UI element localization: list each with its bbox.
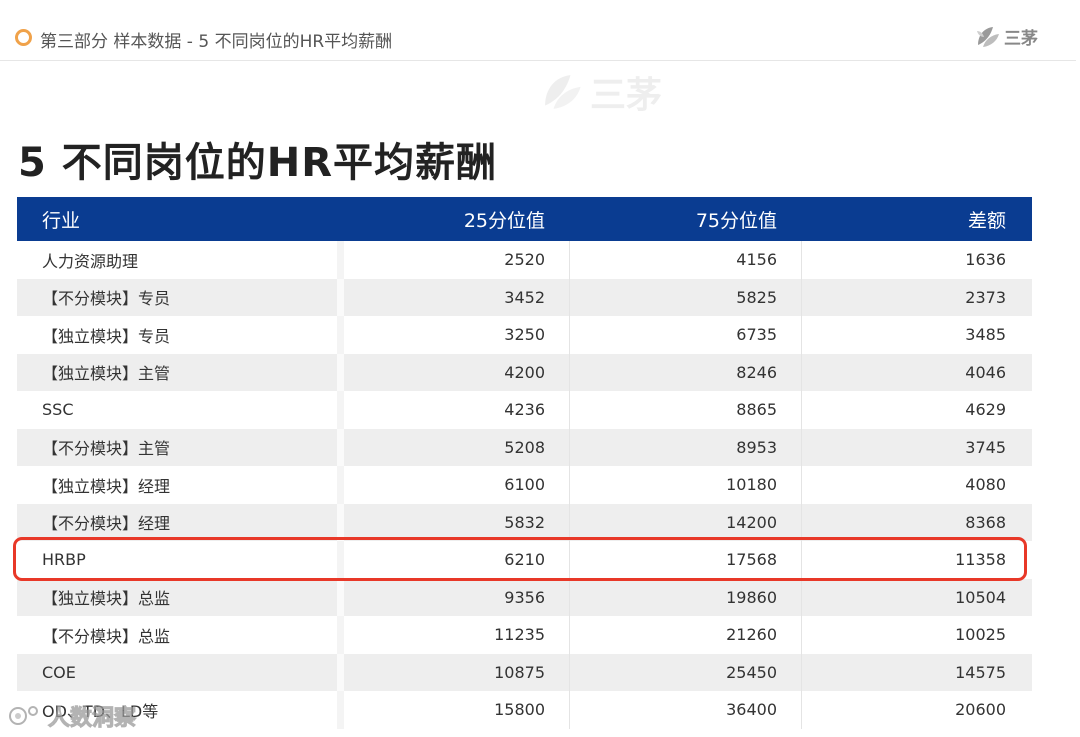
- cell-p25: 4200: [337, 353, 569, 391]
- cell-position: 【不分模块】专员: [42, 289, 171, 309]
- cell-p25: 6100: [337, 466, 569, 504]
- corner-watermark: 人数洞察: [8, 700, 137, 732]
- ring-bullet-icon: [15, 29, 32, 46]
- table-header-row: 行业 25分位值 75分位值 差额: [17, 197, 1032, 241]
- table-row: OD、TD、LD等 15800 36400 20600: [17, 691, 1032, 729]
- camera-watermark-icon: [9, 706, 38, 725]
- cell-p75: 25450: [569, 653, 801, 691]
- cell-difference: 4629: [801, 391, 1032, 429]
- table-row: 【独立模块】主管 4200 8246 4046: [17, 353, 1032, 391]
- cell-position: 人力资源助理: [42, 251, 139, 271]
- cell-difference: 8368: [801, 503, 1032, 541]
- cell-difference: 2373: [801, 278, 1032, 316]
- column-header-difference: 差额: [967, 209, 1006, 232]
- cell-p75: 5825: [569, 278, 801, 316]
- cell-difference: 3745: [801, 428, 1032, 466]
- cell-position: 【独立模块】主管: [42, 364, 171, 384]
- cell-position: SSC: [42, 400, 74, 420]
- column-header-p75: 75分位值: [695, 209, 777, 232]
- table-row: COE 10875 25450 14575: [17, 653, 1032, 691]
- table-row-highlighted: HRBP 6210 17568 11358: [17, 541, 1032, 579]
- cell-difference: 4080: [801, 466, 1032, 504]
- leaf-watermark-icon: [545, 75, 581, 109]
- cell-p25: 3452: [337, 278, 569, 316]
- cell-p25: 4236: [337, 391, 569, 429]
- table-row: 【不分模块】专员 3452 5825 2373: [17, 278, 1032, 316]
- cell-difference: 1636: [801, 241, 1032, 279]
- table-row: SSC 4236 8865 4629: [17, 391, 1032, 429]
- cell-position: 【独立模块】总监: [42, 589, 171, 609]
- cell-position: HRBP: [42, 550, 86, 570]
- cell-p75: 14200: [569, 503, 801, 541]
- cell-position: 【独立模块】专员: [42, 326, 171, 346]
- cell-difference: 10025: [801, 616, 1032, 654]
- cell-p25: 15800: [337, 691, 569, 729]
- cell-p25: 5208: [337, 428, 569, 466]
- cell-position: 【不分模块】经理: [42, 514, 171, 534]
- breadcrumb: 第三部分 样本数据 - 5 不同岗位的HR平均薪酬: [40, 32, 393, 52]
- table-row: 人力资源助理 2520 4156 1636: [17, 241, 1032, 279]
- cell-p25: 5832: [337, 503, 569, 541]
- background-watermark: 三茅: [540, 66, 662, 118]
- cell-difference: 11358: [801, 541, 1032, 579]
- cell-difference: 4046: [801, 353, 1032, 391]
- cell-difference: 10504: [801, 578, 1032, 616]
- cell-p25: 10875: [337, 653, 569, 691]
- cell-p75: 17568: [569, 541, 801, 579]
- cell-difference: 20600: [801, 691, 1032, 729]
- page-title: 5 不同岗位的HR平均薪酬: [18, 140, 498, 186]
- cell-p25: 3250: [337, 316, 569, 354]
- cell-p75: 8865: [569, 391, 801, 429]
- table-row: 【不分模块】主管 5208 8953 3745: [17, 428, 1032, 466]
- salary-table: 行业 25分位值 75分位值 差额 人力资源助理 2520 4156 1636 …: [17, 197, 1032, 729]
- brand-logo: 三茅: [975, 24, 1038, 49]
- cell-position: 【独立模块】经理: [42, 476, 171, 496]
- watermark-text: 三茅: [590, 75, 663, 116]
- table-row: 【独立模块】总监 9356 19860 10504: [17, 578, 1032, 616]
- cell-p75: 21260: [569, 616, 801, 654]
- table-row: 【独立模块】经理 6100 10180 4080: [17, 466, 1032, 504]
- leaf-logo-icon: [977, 26, 999, 47]
- cell-p25: 9356: [337, 578, 569, 616]
- column-header-industry: 行业: [42, 209, 81, 232]
- cell-position: COE: [42, 662, 76, 682]
- logo-text: 三茅: [1004, 29, 1038, 49]
- column-header-p25: 25分位值: [463, 209, 545, 232]
- cell-p75: 19860: [569, 578, 801, 616]
- cell-p25: 6210: [337, 541, 569, 579]
- cell-difference: 3485: [801, 316, 1032, 354]
- cell-p75: 4156: [569, 241, 801, 279]
- cell-p75: 6735: [569, 316, 801, 354]
- cell-difference: 14575: [801, 653, 1032, 691]
- table-row: 【不分模块】总监 11235 21260 10025: [17, 616, 1032, 654]
- cell-p75: 36400: [569, 691, 801, 729]
- cell-p75: 10180: [569, 466, 801, 504]
- cell-p75: 8246: [569, 353, 801, 391]
- cell-position: 【不分模块】总监: [42, 626, 171, 646]
- cell-p25: 2520: [337, 241, 569, 279]
- page-header: 第三部分 样本数据 - 5 不同岗位的HR平均薪酬 三茅: [0, 0, 1076, 61]
- table-row: 【独立模块】专员 3250 6735 3485: [17, 316, 1032, 354]
- cell-p25: 11235: [337, 616, 569, 654]
- cell-position: 【不分模块】主管: [42, 439, 171, 459]
- cell-p75: 8953: [569, 428, 801, 466]
- corner-watermark-text: 人数洞察: [47, 706, 137, 732]
- page: 第三部分 样本数据 - 5 不同岗位的HR平均薪酬 三茅 三茅 5 不同岗位的H…: [0, 0, 1080, 737]
- table-row: 【不分模块】经理 5832 14200 8368: [17, 503, 1032, 541]
